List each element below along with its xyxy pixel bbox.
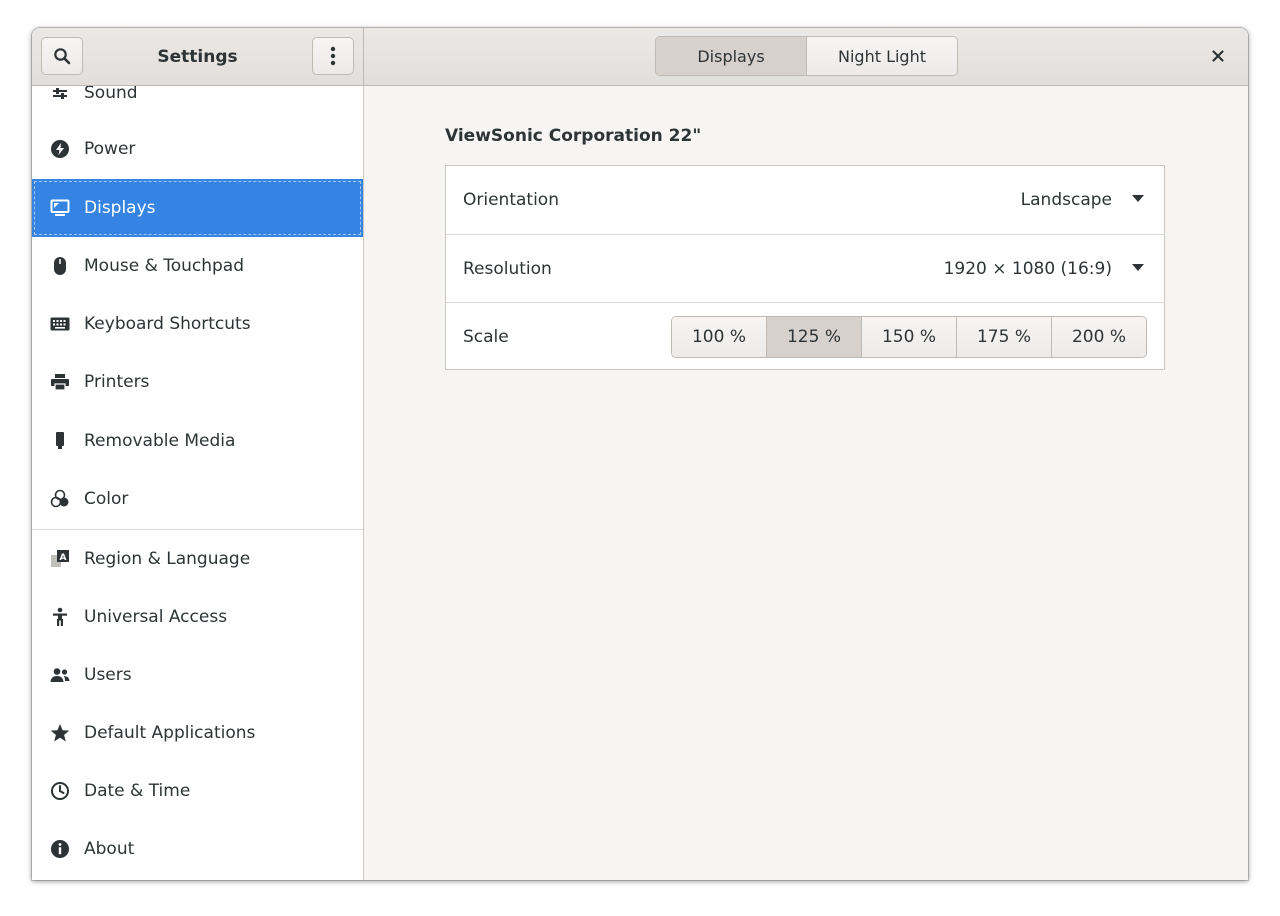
menu-button[interactable] bbox=[312, 37, 354, 75]
close-icon bbox=[1212, 50, 1224, 62]
power-icon bbox=[50, 139, 70, 159]
sidebar-item-label: Printers bbox=[84, 372, 150, 392]
sidebar-item-label: Sound bbox=[84, 86, 138, 103]
clock-icon bbox=[50, 781, 70, 801]
sidebar-item-universal-access[interactable]: Universal Access bbox=[32, 588, 363, 646]
sidebar-item-label: Date & Time bbox=[84, 781, 191, 801]
sidebar-item-label: Keyboard Shortcuts bbox=[84, 314, 251, 334]
app-title: Settings bbox=[157, 46, 238, 67]
orientation-value[interactable]: Landscape bbox=[1021, 190, 1112, 210]
scale-option-200[interactable]: 200 % bbox=[1051, 317, 1146, 357]
display-icon bbox=[50, 198, 70, 218]
mouse-icon bbox=[50, 256, 70, 276]
sidebar-item-about[interactable]: About bbox=[32, 820, 363, 878]
view-switcher: Displays Night Light bbox=[655, 36, 958, 76]
scale-option-175[interactable]: 175 % bbox=[956, 317, 1051, 357]
sidebar-item-label: Displays bbox=[84, 198, 156, 218]
scale-row: Scale 100 % 125 % 150 % 175 % 200 % bbox=[446, 302, 1164, 371]
users-icon bbox=[50, 665, 70, 685]
sidebar-item-label: About bbox=[84, 839, 135, 859]
sidebar-item-removable-media[interactable]: Removable Media bbox=[32, 412, 363, 470]
accessibility-icon bbox=[50, 607, 70, 627]
sidebar-item-region-language[interactable]: A Region & Language bbox=[32, 530, 363, 588]
sidebar-item-sound[interactable]: Sound bbox=[32, 86, 363, 122]
tab-displays[interactable]: Displays bbox=[656, 37, 806, 75]
display-settings-panel: Orientation Landscape Resolution 1920 × … bbox=[445, 165, 1165, 370]
svg-text:A: A bbox=[60, 553, 67, 563]
sidebar-item-label: Universal Access bbox=[84, 607, 228, 627]
orientation-row[interactable]: Orientation Landscape bbox=[446, 166, 1164, 234]
resolution-value[interactable]: 1920 × 1080 (16:9) bbox=[944, 259, 1112, 279]
scale-option-100[interactable]: 100 % bbox=[672, 317, 766, 357]
sound-sliders-icon bbox=[50, 86, 70, 103]
sidebar-item-label: Color bbox=[84, 489, 129, 509]
sidebar-header: Settings bbox=[32, 28, 364, 86]
dropdown-arrow-icon[interactable] bbox=[1132, 264, 1144, 272]
color-icon bbox=[50, 489, 70, 509]
resolution-label: Resolution bbox=[463, 259, 552, 279]
sidebar-item-date-time[interactable]: Date & Time bbox=[32, 762, 363, 820]
scale-label: Scale bbox=[463, 327, 509, 347]
sidebar-item-mouse-touchpad[interactable]: Mouse & Touchpad bbox=[32, 237, 363, 295]
sidebar-item-printers[interactable]: Printers bbox=[32, 353, 363, 411]
sidebar[interactable]: Sound Power Displays Mouse & Touchpad Ke… bbox=[32, 86, 364, 880]
sidebar-item-label: Users bbox=[84, 665, 132, 685]
sidebar-item-color[interactable]: Color bbox=[32, 470, 363, 528]
orientation-label: Orientation bbox=[463, 190, 559, 210]
star-icon bbox=[50, 723, 70, 743]
tab-night-light[interactable]: Night Light bbox=[806, 37, 957, 75]
sidebar-item-label: Removable Media bbox=[84, 431, 236, 451]
scale-option-150[interactable]: 150 % bbox=[861, 317, 956, 357]
scale-selector: 100 % 125 % 150 % 175 % 200 % bbox=[671, 316, 1147, 358]
sidebar-item-displays[interactable]: Displays bbox=[32, 179, 363, 237]
keyboard-icon bbox=[50, 314, 70, 334]
vertical-dots-icon bbox=[330, 46, 336, 66]
content-header: Displays Night Light bbox=[364, 28, 1248, 86]
usb-drive-icon bbox=[50, 431, 70, 451]
sidebar-item-users[interactable]: Users bbox=[32, 646, 363, 704]
region-language-icon: A bbox=[50, 549, 70, 569]
sidebar-item-label: Mouse & Touchpad bbox=[84, 256, 245, 276]
sidebar-item-label: Region & Language bbox=[84, 549, 251, 569]
sidebar-item-label: Default Applications bbox=[84, 723, 256, 743]
monitor-name: ViewSonic Corporation 22" bbox=[445, 126, 702, 146]
dropdown-arrow-icon[interactable] bbox=[1132, 195, 1144, 203]
info-icon bbox=[50, 839, 70, 859]
scale-option-125[interactable]: 125 % bbox=[766, 317, 861, 357]
printer-icon bbox=[50, 372, 70, 392]
settings-window: Settings Displays Night Light Sound Powe… bbox=[32, 28, 1248, 880]
close-button[interactable] bbox=[1202, 40, 1234, 72]
sidebar-item-keyboard-shortcuts[interactable]: Keyboard Shortcuts bbox=[32, 295, 363, 353]
sidebar-item-default-applications[interactable]: Default Applications bbox=[32, 704, 363, 762]
search-button[interactable] bbox=[41, 37, 83, 75]
resolution-row[interactable]: Resolution 1920 × 1080 (16:9) bbox=[446, 234, 1164, 303]
search-icon bbox=[54, 48, 71, 65]
sidebar-item-power[interactable]: Power bbox=[32, 120, 363, 178]
sidebar-item-label: Power bbox=[84, 139, 136, 159]
